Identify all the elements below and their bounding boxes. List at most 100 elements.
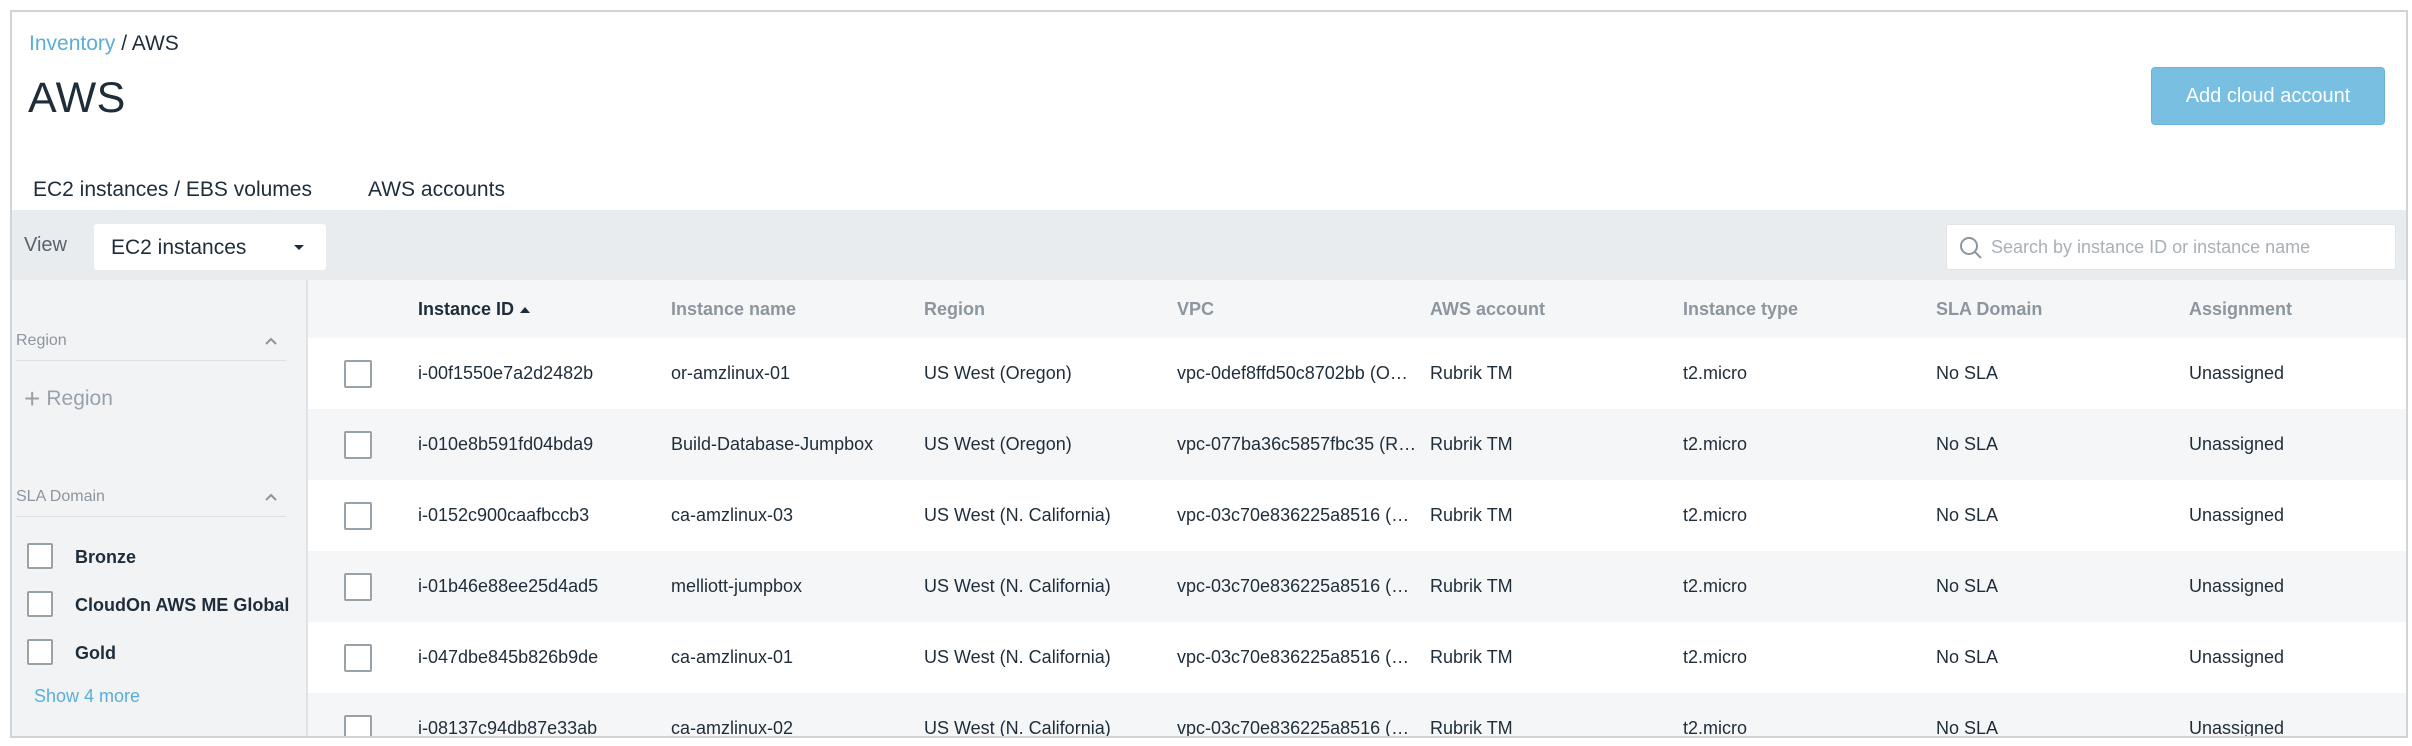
cell-aws-account: Rubrik TM [1430,434,1513,454]
cell-instance-name: melliott-jumpbox [671,576,803,596]
cell-sla-domain: No SLA [1936,434,1999,454]
sla-filter-label: Bronze [75,547,137,567]
caret-down-icon [294,245,304,250]
cell-vpc: vpc-03c70e836225a8516 (… [1177,505,1410,525]
table-row[interactable]: i-010e8b591fd04bda9 Build-Database-Jumpb… [308,409,2406,480]
breadcrumb-separator: / [115,32,132,55]
sla-filter-label: CloudOn AWS ME Global [75,595,290,615]
cell-instance-id: i-01b46e88ee25d4ad5 [418,576,599,596]
cell-instance-name: ca-amzlinux-01 [671,647,794,667]
checkbox[interactable] [27,639,53,665]
cell-sla-domain: No SLA [1936,505,1999,525]
column-header-region[interactable]: Region [924,299,985,320]
checkbox[interactable] [27,591,53,617]
table-header: Instance ID Instance name Region VPC AWS… [308,280,2406,338]
instances-table: Instance ID Instance name Region VPC AWS… [308,280,2406,738]
cell-sla-domain: No SLA [1936,363,1999,383]
add-region-label: Region [46,387,113,410]
cell-assignment: Unassigned [2189,505,2285,525]
cell-region: US West (N. California) [924,647,1111,667]
cell-sla-domain: No SLA [1936,647,1999,667]
cell-assignment: Unassigned [2189,576,2285,596]
cell-instance-type: t2.micro [1683,718,1748,738]
cell-instance-name: Build-Database-Jumpbox [671,434,874,454]
cell-vpc: vpc-03c70e836225a8516 (… [1177,576,1410,596]
plus-icon: + [24,383,41,414]
cell-aws-account: Rubrik TM [1430,647,1513,667]
cell-instance-type: t2.micro [1683,363,1748,383]
search-box[interactable] [1946,224,2396,270]
cell-assignment: Unassigned [2189,718,2285,738]
column-header-label: Instance ID [418,299,515,319]
table-row[interactable]: i-00f1550e7a2d2482b or-amzlinux-01 US We… [308,338,2406,409]
checkbox[interactable] [27,543,53,569]
add-region-filter-button[interactable]: + Region [24,380,113,414]
row-checkbox[interactable] [344,360,372,388]
toolbar: View EC2 instances [12,210,2406,280]
divider [16,360,286,361]
cell-instance-type: t2.micro [1683,505,1748,525]
column-header-instance-name[interactable]: Instance name [671,299,796,320]
cell-region: US West (Oregon) [924,363,1072,383]
breadcrumb-inventory-link[interactable]: Inventory [29,32,115,55]
column-header-aws-account[interactable]: AWS account [1430,299,1545,320]
cell-instance-id: i-0152c900caafbccb3 [418,505,590,525]
cell-aws-account: Rubrik TM [1430,576,1513,596]
divider [16,516,286,517]
table-row[interactable]: i-0152c900caafbccb3 ca-amzlinux-03 US We… [308,480,2406,551]
sla-filter-label: Gold [75,643,116,663]
cell-instance-id: i-010e8b591fd04bda9 [418,434,594,454]
add-cloud-account-button[interactable]: Add cloud account [2151,67,2385,125]
cell-aws-account: Rubrik TM [1430,718,1513,738]
cell-aws-account: Rubrik TM [1430,505,1513,525]
sla-domain-filter-title: SLA Domain [16,488,105,505]
chevron-up-icon[interactable] [264,334,278,348]
table-row[interactable]: i-08137c94db87e33ab ca-amzlinux-02 US We… [308,693,2406,738]
show-more-link[interactable]: Show 4 more [34,686,140,707]
column-header-instance-type[interactable]: Instance type [1683,299,1798,320]
cell-assignment: Unassigned [2189,647,2285,667]
column-header-instance-id[interactable]: Instance ID [418,299,531,320]
cell-vpc: vpc-03c70e836225a8516 (… [1177,647,1410,667]
cell-instance-type: t2.micro [1683,434,1748,454]
cell-instance-id: i-08137c94db87e33ab [418,718,598,738]
table-row[interactable]: i-047dbe845b826b9de ca-amzlinux-01 US We… [308,622,2406,693]
page-title: AWS [28,74,126,122]
view-select-dropdown[interactable]: EC2 instances [94,224,326,270]
sort-ascending-icon [520,307,531,313]
region-filter-title: Region [16,332,67,349]
column-header-vpc[interactable]: VPC [1177,299,1214,320]
row-checkbox[interactable] [344,502,372,530]
cell-region: US West (N. California) [924,505,1111,525]
cell-instance-name: or-amzlinux-01 [671,363,791,383]
breadcrumb: Inventory / AWS [29,32,179,56]
cell-assignment: Unassigned [2189,434,2285,454]
row-checkbox[interactable] [344,573,372,601]
cell-instance-id: i-00f1550e7a2d2482b [418,363,594,383]
cell-vpc: vpc-03c70e836225a8516 (… [1177,718,1410,738]
cell-region: US West (Oregon) [924,434,1072,454]
column-header-sla-domain[interactable]: SLA Domain [1936,299,2042,320]
cell-region: US West (N. California) [924,718,1111,738]
cell-instance-id: i-047dbe845b826b9de [418,647,599,667]
cell-aws-account: Rubrik TM [1430,363,1513,383]
cell-instance-type: t2.micro [1683,647,1748,667]
cell-instance-name: ca-amzlinux-02 [671,718,794,738]
cell-instance-type: t2.micro [1683,576,1748,596]
cell-vpc: vpc-077ba36c5857fbc35 (R… [1177,434,1417,454]
cell-region: US West (N. California) [924,576,1111,596]
column-header-assignment[interactable]: Assignment [2189,299,2292,320]
view-select-value: EC2 instances [111,236,247,259]
row-checkbox[interactable] [344,431,372,459]
cell-sla-domain: No SLA [1936,576,1999,596]
app-frame: Inventory / AWS AWS Add cloud account EC… [10,10,2408,738]
filter-sidebar: Region + Region SLA Domain Bronze CloudOn… [12,280,308,736]
row-checkbox[interactable] [344,715,372,736]
table-row[interactable]: i-01b46e88ee25d4ad5 melliott-jumpbox US … [308,551,2406,622]
row-checkbox[interactable] [344,644,372,672]
search-input[interactable] [1991,233,2381,261]
breadcrumb-current: AWS [131,32,179,55]
chevron-up-icon[interactable] [264,490,278,504]
search-icon [1960,237,1982,259]
view-label: View [24,234,67,256]
